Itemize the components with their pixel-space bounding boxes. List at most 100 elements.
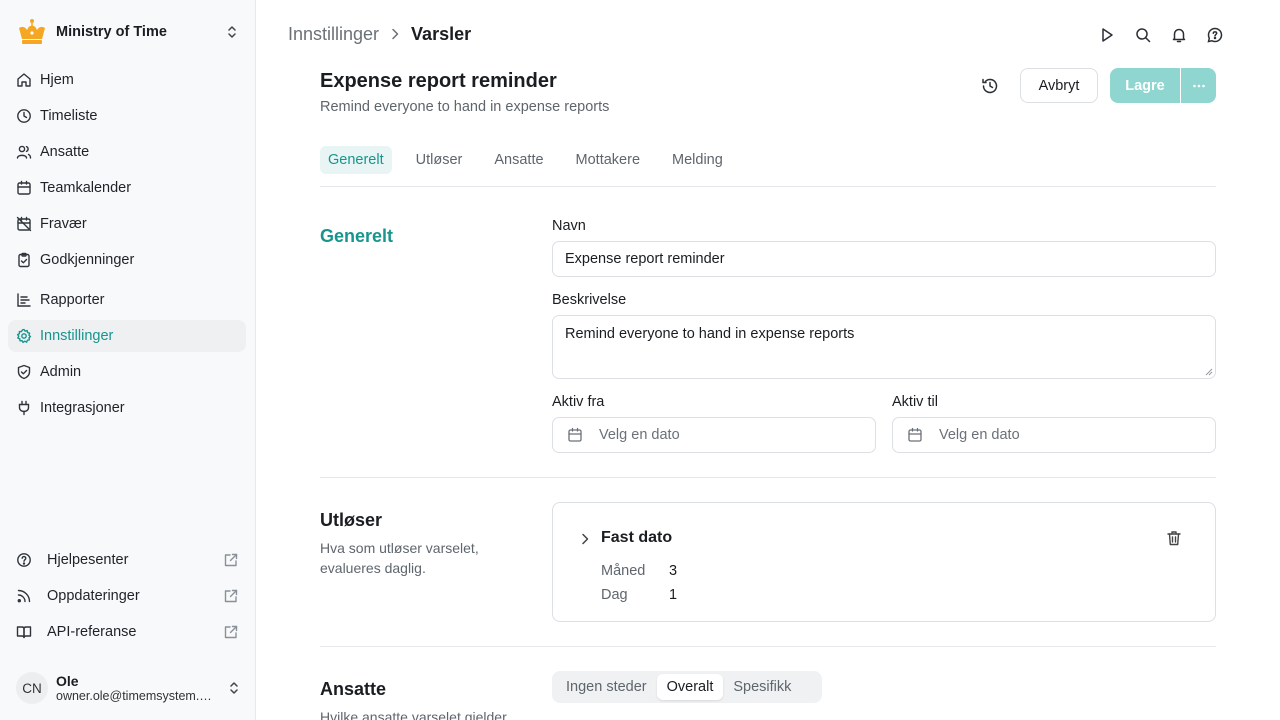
plug-icon (16, 400, 32, 416)
divider (320, 646, 1216, 647)
page-subtitle: Remind everyone to hand in expense repor… (320, 99, 610, 115)
breadcrumb-parent[interactable]: Innstillinger (288, 24, 379, 45)
section-desc-trigger: Hva som utløser varselet, evalueres dagl… (320, 540, 479, 576)
nav-item-label: Godkjenninger (40, 252, 135, 268)
nav-item-label: Integrasjoner (40, 400, 125, 416)
tab-general[interactable]: Generelt (320, 146, 392, 174)
shield-check-icon (16, 364, 32, 380)
scope-option-everywhere[interactable]: Overalt (656, 674, 724, 700)
play-icon[interactable] (1098, 26, 1116, 44)
api-reference-link[interactable]: API-referanse (8, 616, 246, 648)
nav-item-employees[interactable]: Ansatte (8, 136, 246, 168)
updates-link[interactable]: Oppdateringer (8, 580, 246, 612)
chevron-updown-icon (224, 24, 240, 40)
active-to-label: Aktiv til (892, 394, 938, 410)
tab-message[interactable]: Melding (664, 146, 731, 174)
nav-item-label: Fravær (40, 216, 87, 232)
section-desc-employees: Hvilke ansatte varselet gjelder (320, 709, 507, 720)
more-options-button[interactable] (1181, 68, 1216, 103)
calendar-icon (567, 427, 583, 443)
trigger-card-title[interactable]: Fast dato (601, 529, 672, 547)
report-icon (16, 292, 32, 308)
nav-item-label: Hjem (40, 72, 74, 88)
nav-item-label: Timeliste (40, 108, 98, 124)
nav-item-label: Teamkalender (40, 180, 132, 196)
trash-icon[interactable] (1165, 529, 1183, 547)
nav-item-timesheet[interactable]: Timeliste (8, 100, 246, 132)
section-tabs: Generelt Utløser Ansatte Mottakere Meldi… (320, 146, 747, 174)
footer-link-label: Hjelpesenter (47, 552, 129, 568)
divider (320, 477, 1216, 478)
nav-item-absence[interactable]: Fravær (8, 208, 246, 240)
tab-recipients[interactable]: Mottakere (568, 146, 648, 174)
help-center-link[interactable]: Hjelpesenter (8, 544, 246, 576)
employees-scope-toggle: Ingen steder Overalt Spesifikk (552, 671, 822, 703)
gear-icon (16, 328, 32, 344)
breadcrumb: Innstillinger Varsler (288, 22, 471, 46)
clock-icon (16, 108, 32, 124)
rss-icon (16, 588, 32, 604)
history-icon[interactable] (980, 76, 1000, 96)
name-label: Navn (552, 218, 586, 234)
scope-option-specific[interactable]: Spesifikk (723, 674, 801, 700)
calendar-off-icon (16, 216, 32, 232)
more-horizontal-icon (1191, 78, 1207, 94)
cancel-button[interactable]: Avbryt (1020, 68, 1098, 103)
divider (320, 186, 1216, 187)
active-to-datepicker[interactable]: Velg en dato (892, 417, 1216, 453)
chevron-updown-icon (226, 680, 242, 696)
nav-item-team-calendar[interactable]: Teamkalender (8, 172, 246, 204)
nav-item-admin[interactable]: Admin (8, 356, 246, 388)
org-switcher[interactable]: Ministry of Time (16, 16, 240, 48)
avatar: CN (16, 672, 48, 704)
chevron-right-icon[interactable] (577, 531, 593, 547)
nav-item-home[interactable]: Hjem (8, 64, 246, 96)
crown-icon (16, 16, 48, 48)
section-title-employees: Ansatte (320, 679, 387, 699)
nav-item-settings[interactable]: Innstillinger (8, 320, 246, 352)
user-menu[interactable]: CN Ole owner.ole@timemsystem.com (16, 668, 242, 708)
tab-employees[interactable]: Ansatte (486, 146, 551, 174)
page-title: Expense report reminder (320, 70, 557, 92)
description-text: Remind everyone to hand in expense repor… (565, 326, 855, 342)
external-link-icon (223, 624, 239, 640)
trigger-card: Fast dato Måned 3 Dag 1 (552, 502, 1216, 622)
active-to-placeholder: Velg en dato (939, 427, 1020, 443)
external-link-icon (223, 552, 239, 568)
trigger-day-row: Dag 1 (601, 587, 677, 603)
help-chat-icon[interactable] (1206, 26, 1224, 44)
name-input[interactable]: Expense report reminder (552, 241, 1216, 277)
description-textarea[interactable]: Remind everyone to hand in expense repor… (552, 315, 1216, 379)
bell-icon[interactable] (1170, 26, 1188, 44)
day-label: Dag (601, 587, 628, 603)
active-from-label: Aktiv fra (552, 394, 605, 410)
scope-option-none[interactable]: Ingen steder (556, 674, 657, 700)
nav-item-label: Ansatte (40, 144, 90, 160)
sidebar-footer-links: Hjelpesenter Oppdateringer API-referanse (8, 544, 246, 652)
help-circle-icon (16, 552, 32, 568)
nav-item-reports[interactable]: Rapporter (8, 284, 246, 316)
search-icon[interactable] (1134, 26, 1152, 44)
main-nav: Hjem Timeliste Ansatte Teamkalender Frav… (8, 64, 246, 428)
calendar-icon (907, 427, 923, 443)
calendar-icon (16, 180, 32, 196)
footer-link-label: Oppdateringer (47, 588, 140, 604)
resize-handle-icon[interactable] (1205, 368, 1213, 376)
sidebar: Ministry of Time Hjem Timeliste Ansatte … (0, 0, 256, 720)
save-button[interactable]: Lagre (1110, 68, 1180, 103)
month-value: 3 (669, 563, 678, 579)
section-title-trigger: Utløser (320, 510, 383, 530)
home-icon (16, 72, 32, 88)
nav-item-integrations[interactable]: Integrasjoner (8, 392, 246, 424)
day-value: 1 (669, 587, 678, 603)
clipboard-check-icon (16, 252, 32, 268)
footer-link-label: API-referanse (47, 624, 137, 640)
user-name: Ole (56, 673, 79, 689)
active-from-datepicker[interactable]: Velg en dato (552, 417, 876, 453)
breadcrumb-current: Varsler (411, 23, 472, 44)
users-icon (16, 144, 32, 160)
tab-trigger[interactable]: Utløser (408, 146, 471, 174)
month-label: Måned (601, 563, 646, 579)
nav-item-approvals[interactable]: Godkjenninger (8, 244, 246, 276)
external-link-icon (223, 588, 239, 604)
